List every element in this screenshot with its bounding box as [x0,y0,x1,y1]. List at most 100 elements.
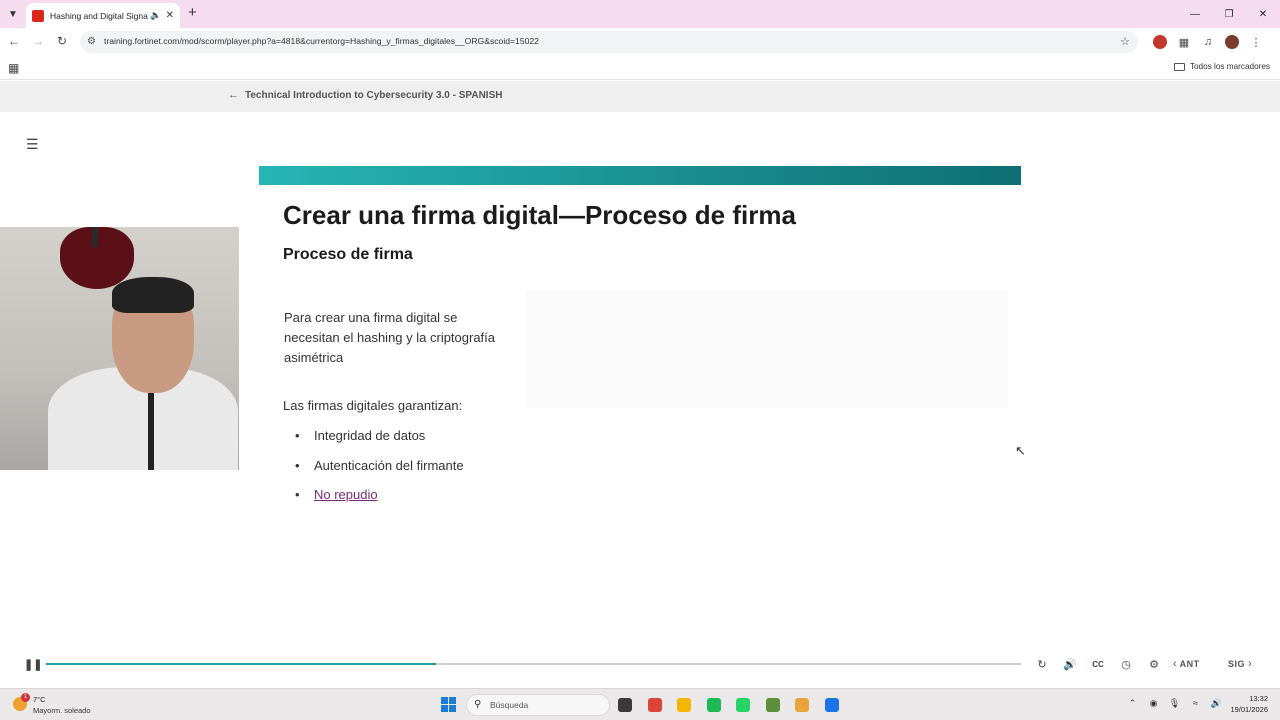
back-arrow-icon[interactable]: ← [228,89,239,101]
weather-temp[interactable]: 7°C [33,695,46,704]
forward-arrow-icon[interactable]: → [30,34,46,48]
wifi-icon[interactable]: ≈ [1185,698,1206,709]
list-item-text: Integridad de datos [314,428,426,443]
pause-icon[interactable]: ❚❚ [24,658,42,671]
taskbar-search-input[interactable]: ⚲ Búsqueda [466,694,610,716]
vs-icon[interactable] [762,695,784,715]
spotify-icon-glyph [706,698,721,712]
apps-grid-icon[interactable]: ▦ [8,61,19,75]
list-item-text: Autenticación del firmante [314,458,464,473]
no-repudio-link[interactable]: No repudio [314,487,378,502]
next-button[interactable]: SIG › [1228,658,1255,670]
tab-title: Hashing and Digital Signati [50,10,149,21]
file-explorer-icon[interactable] [673,695,695,715]
slide-media-placeholder [526,290,1008,408]
bullet-icon: • [295,458,300,473]
file-explorer-icon-glyph [677,698,691,712]
all-bookmarks-button[interactable]: Todos los marcadores [1173,62,1270,71]
clock-date[interactable]: 19/01/2026 [1222,705,1268,714]
bullet-icon: • [295,487,300,502]
slide-paragraph: Para crear una firma digital se necesita… [284,310,496,365]
folder-icon [1173,62,1185,71]
paint-icon[interactable] [791,695,813,715]
weather-badge: 1 [21,693,30,702]
browser-tab-bar: ▼ Hashing and Digital Signati 🔈 ✕ + — ❐ … [0,0,1280,28]
chevron-left-icon: ‹ [1173,658,1177,670]
whatsapp-icon[interactable] [732,695,754,715]
browser-tab-active[interactable]: Hashing and Digital Signati 🔈 ✕ [26,3,180,28]
chrome-icon[interactable] [644,695,666,715]
list-item: • Autenticación del firmante [295,458,464,473]
search-icon: ⚲ [474,699,482,710]
bookmarks-bar: ▦ Todos los marcadores [0,56,1280,80]
url-text[interactable]: training.fortinet.com/mod/scorm/player.p… [104,36,539,46]
window-close-icon[interactable]: ✕ [1246,0,1280,28]
player-controls: ❚❚ ↻ 🔊 CC ◷ ⚙ ‹ ANT SIG › [0,650,1280,678]
speaker-icon[interactable]: 🔈 [150,10,161,21]
tab-search-chevron-down-icon[interactable]: ▼ [4,5,22,23]
guitar-neck [92,227,98,247]
minimize-icon[interactable]: — [1178,0,1212,28]
paint-icon-glyph [795,698,809,712]
plus-icon[interactable]: + [188,5,197,21]
restore-icon[interactable]: ❐ [1212,0,1246,28]
taskbar-apps [614,695,850,715]
system-tray: ⌃ ◉ 🎙 ≈ 🔊 [1122,698,1227,709]
player-icon-group: ↻ 🔊 CC ◷ ⚙ [1028,656,1168,672]
fortinet-favicon-icon [32,9,44,22]
address-bar[interactable]: ⚙ training.fortinet.com/mod/scorm/player… [80,31,1138,53]
progress-fill [46,663,436,665]
bullet-icon: • [295,428,300,443]
prev-label: ANT [1179,659,1200,669]
hamburger-menu-icon[interactable]: ☰ [26,137,39,151]
toolbar-icons: ▦ ♫ ⋮ [1148,33,1268,51]
weather-desc[interactable]: Mayorm. soleado [33,706,91,715]
microphone-icon[interactable]: 🎙 [1164,698,1185,709]
chrome-active-icon[interactable] [821,695,843,715]
clock-time[interactable]: 13:32 [1240,694,1268,703]
captions-icon[interactable]: CC [1084,656,1112,672]
chevron-up-icon[interactable]: ⌃ [1122,698,1143,709]
list-item: • No repudio [295,487,378,502]
whatsapp-icon-glyph [736,698,750,712]
windows-taskbar: 1 7°C Mayorm. soleado ⚲ Búsqueda ⌃ ◉ 🎙 ≈… [0,688,1280,720]
person-hair [112,277,194,313]
window-controls: — ❐ ✕ [1178,0,1280,28]
reload-icon[interactable]: ↻ [54,34,70,48]
task-view-icon[interactable] [614,695,636,715]
progress-bar[interactable] [46,663,1021,665]
puzzle-icon[interactable]: ▦ [1172,33,1196,51]
hoodie-zipper [148,387,154,470]
browser-toolbar: ← → ↻ ⚙ training.fortinet.com/mod/scorm/… [0,28,1280,56]
kebab-menu-icon[interactable]: ⋮ [1244,33,1268,51]
replay-icon[interactable]: ↻ [1028,656,1056,672]
search-placeholder: Búsqueda [490,700,529,710]
playback-speed-icon[interactable]: ◷ [1112,656,1140,672]
avatar[interactable] [1220,33,1244,51]
slide-title: Crear una firma digital—Proceso de firma [283,200,796,230]
all-bookmarks-label: Todos los marcadores [1189,62,1270,71]
course-title-link[interactable]: Technical Introduction to Cybersecurity … [245,90,502,101]
slide-subtitle: Proceso de firma [283,246,413,263]
next-label: SIG [1228,659,1246,669]
list-item: • Integridad de datos [295,428,425,443]
star-icon[interactable]: ☆ [1120,35,1130,48]
webcam-overlay [0,227,239,470]
extension-badge-icon[interactable] [1148,33,1172,51]
close-icon[interactable]: ✕ [166,10,174,21]
spotify-icon[interactable] [703,695,725,715]
vs-icon-glyph [765,698,780,712]
tray-app-icon[interactable]: ◉ [1143,698,1164,709]
guarantee-label: Las firmas digitales garantizan: [283,398,463,413]
windows-start-icon[interactable] [441,697,456,712]
course-header: ← Technical Introduction to Cybersecurit… [0,81,1280,112]
chrome-icon-glyph [647,698,662,712]
chevron-right-icon: › [1248,658,1252,670]
back-arrow-icon[interactable]: ← [6,34,22,48]
volume-icon[interactable]: 🔊 [1056,656,1084,672]
media-control-icon[interactable]: ♫ [1196,33,1220,51]
prev-button[interactable]: ‹ ANT [1170,658,1200,670]
slide-banner [259,166,1021,185]
settings-icon[interactable]: ⚙ [1140,656,1168,672]
tune-icon[interactable]: ⚙ [87,36,96,47]
